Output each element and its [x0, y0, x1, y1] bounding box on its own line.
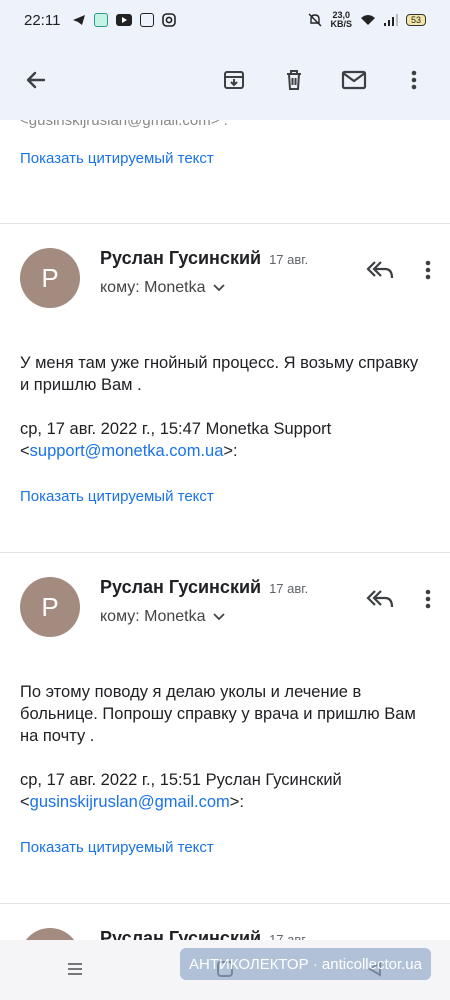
message-header: Р Руслан Гусинский 17 авг.: [20, 928, 430, 940]
message-meta: Руслан Гусинский 17 авг.: [100, 928, 308, 940]
back-button[interactable]: [16, 60, 56, 100]
quote-header-text: ср, 17 авг. 2022 г., 15:47 Monetka Suppo…: [20, 420, 332, 438]
message-body: У меня там уже гнойный процесс. Я возьму…: [20, 352, 430, 462]
reply-all-icon: [366, 261, 394, 279]
message-more-button[interactable]: [424, 258, 432, 282]
quote-email-link[interactable]: gusinskijruslan@gmail.com: [30, 793, 230, 811]
message-meta: Руслан Гусинский 17 авг. кому: Monetka: [100, 248, 308, 297]
watermark: АНТИКОЛЕКТОР · anticollector.ua: [180, 948, 431, 980]
reply-all-button[interactable]: [366, 588, 394, 610]
partial-quoted-email: <gusinskijruslan@gmail.com> :: [0, 120, 450, 128]
toolbar-actions: [214, 60, 434, 100]
message-actions: [366, 587, 432, 611]
recipient-label: кому: Monetka: [100, 279, 206, 296]
thread-content[interactable]: <gusinskijruslan@gmail.com> : Показать ц…: [0, 120, 450, 940]
arrow-left-icon: [26, 71, 46, 89]
telegram-icon: [73, 15, 86, 25]
sender-line: Руслан Гусинский 17 авг.: [100, 928, 308, 940]
toolbar: [0, 40, 450, 120]
message-item: Р Руслан Гусинский 17 авг.: [0, 904, 450, 940]
mail-app-icon: [140, 13, 155, 27]
more-vert-icon: [425, 260, 431, 280]
mail-icon: [341, 70, 367, 90]
wifi-icon: [360, 15, 375, 25]
show-quoted-text-link[interactable]: Показать цитируемый текст: [0, 150, 450, 167]
sender-line: Руслан Гусинский 17 авг.: [100, 248, 308, 269]
archive-icon: [224, 71, 244, 89]
instagram-icon: [162, 13, 177, 27]
chevron-down-icon: [212, 613, 225, 621]
avatar[interactable]: Р: [20, 248, 80, 308]
delete-button[interactable]: [274, 60, 314, 100]
battery-indicator: 53: [405, 14, 426, 26]
show-quoted-text-link[interactable]: Показать цитируемый текст: [20, 839, 430, 856]
mute-icon: [308, 13, 322, 27]
message-body: По этому поводу я делаю уколы и лечение …: [20, 681, 430, 813]
message-meta: Руслан Гусинский 17 авг. кому: Monetka: [100, 577, 308, 626]
archive-button[interactable]: [214, 60, 254, 100]
status-right: 23,0 KB/S 53: [308, 11, 426, 29]
signal-icon: [383, 14, 398, 26]
recent-apps-button[interactable]: [66, 961, 84, 980]
message-text: У меня там уже гнойный процесс. Я возьму…: [20, 354, 419, 394]
quote-header: ср, 17 авг. 2022 г., 15:47 Monetka Suppo…: [20, 420, 332, 460]
message-text: По этому поводу я делаю уколы и лечение …: [20, 683, 416, 745]
sender-name: Руслан Гусинский: [100, 928, 262, 940]
message-date: 17 авг.: [269, 252, 309, 267]
status-bar: 22:11 23,0 KB/S 53: [0, 0, 450, 40]
message-more-button[interactable]: [424, 587, 432, 611]
recipient-label: кому: Monetka: [100, 608, 206, 625]
quote-header-text: ср, 17 авг. 2022 г., 15:51 Руслан Гусинс…: [20, 771, 342, 789]
message-item: Р Руслан Гусинский 17 авг. кому: Monetka: [0, 553, 450, 903]
mark-unread-button[interactable]: [334, 60, 374, 100]
show-quoted-text-link[interactable]: Показать цитируемый текст: [20, 488, 430, 505]
message-item: Р Руслан Гусинский 17 авг. кому: Monetka: [0, 224, 450, 552]
status-app-icons: [72, 13, 177, 27]
sender-name: Руслан Гусинский: [100, 577, 262, 597]
more-vert-icon: [411, 70, 417, 90]
status-time: 22:11: [24, 11, 61, 29]
message-actions: [366, 258, 432, 282]
net-speed: 23,0 KB/S: [330, 11, 352, 29]
more-vert-icon: [425, 589, 431, 609]
recipient-details-toggle[interactable]: кому: Monetka: [100, 608, 308, 626]
reply-all-button[interactable]: [366, 259, 394, 281]
youtube-icon: [116, 14, 133, 26]
net-speed-unit: KB/S: [330, 19, 352, 29]
avatar[interactable]: Р: [20, 577, 80, 637]
app-icon: [94, 13, 109, 27]
recipient-details-toggle[interactable]: кому: Monetka: [100, 279, 308, 297]
menu-icon: [68, 962, 82, 975]
quote-header: ср, 17 авг. 2022 г., 15:51 Руслан Гусинс…: [20, 771, 342, 811]
quote-email-link[interactable]: support@monetka.com.ua: [30, 442, 224, 460]
reply-all-icon: [366, 590, 394, 608]
avatar[interactable]: Р: [20, 928, 80, 940]
sender-line: Руслан Гусинский 17 авг.: [100, 577, 308, 598]
trash-icon: [287, 70, 301, 90]
chevron-down-icon: [212, 284, 225, 292]
message-date: 17 авг.: [269, 932, 309, 940]
more-options-button[interactable]: [394, 60, 434, 100]
message-date: 17 авг.: [269, 581, 309, 596]
sender-name: Руслан Гусинский: [100, 248, 262, 268]
